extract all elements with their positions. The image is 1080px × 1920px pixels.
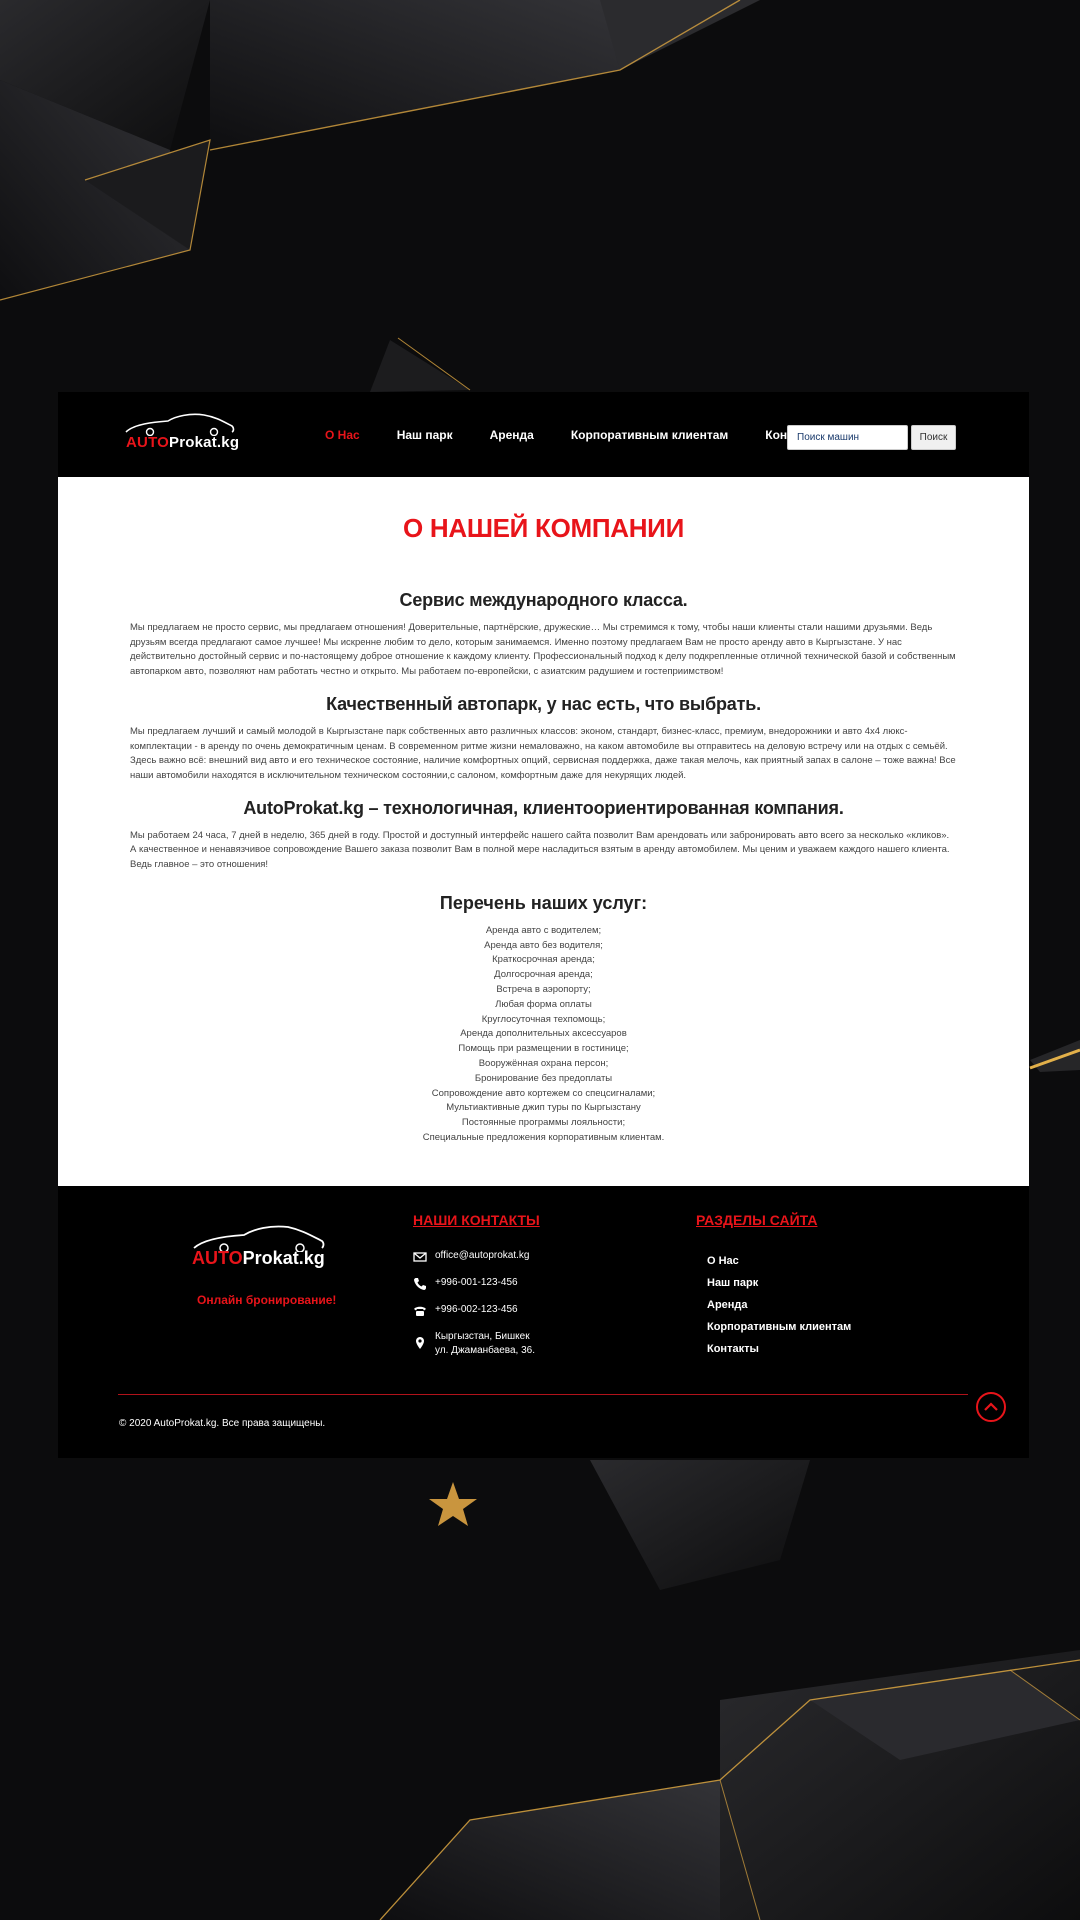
- logo-text: AUTOProkat.kg: [192, 1248, 325, 1268]
- contact-email[interactable]: office@autoprokat.kg: [413, 1249, 529, 1264]
- nav-item-fleet[interactable]: Наш парк: [397, 428, 453, 442]
- contacts-title: НАШИ КОНТАКТЫ: [413, 1212, 540, 1228]
- list-item: Аренда дополнительных аксессуаров: [460, 1028, 627, 1040]
- map-pin-icon: [416, 1337, 424, 1349]
- footer-logo[interactable]: AUTOProkat.kg: [192, 1224, 327, 1272]
- list-item: Аренда авто с водителем;: [485, 924, 602, 936]
- contact-phone-2[interactable]: +996-002-123-456: [413, 1303, 518, 1318]
- page-title: О НАШЕЙ КОМПАНИИ: [403, 513, 684, 543]
- list-item: Бронирование без предоплаты: [474, 1072, 613, 1084]
- phone-icon: [414, 1278, 426, 1290]
- section-text: Мы предлагаем не просто сервис, мы предл…: [130, 622, 956, 678]
- list-item: Мультиактивные джип туры по Кыргызстану: [446, 1102, 641, 1114]
- footer-link-fleet[interactable]: Наш парк: [707, 1272, 851, 1294]
- list-item: Помощь при размещении в гостинице;: [458, 1043, 629, 1055]
- section-heading: AutoProkat.kg – технологичная, клиентоор…: [243, 797, 844, 818]
- footer-divider: [118, 1394, 968, 1395]
- list-item: Вооружённая охрана персон;: [478, 1057, 609, 1069]
- copyright-text: © 2020 AutoProkat.kg. Все права защищены…: [119, 1418, 326, 1429]
- site-logo[interactable]: AUTOProkat.kg: [124, 412, 240, 452]
- list-item: Сопровождение авто кортежем со спецсигна…: [431, 1087, 656, 1099]
- list-item: Краткосрочная аренда;: [492, 954, 595, 966]
- list-item: Любая форма оплаты: [495, 998, 592, 1010]
- telephone-icon: [414, 1306, 426, 1316]
- list-item: Аренда авто без водителя;: [484, 939, 603, 951]
- section-heading: Сервис международного класса.: [399, 590, 688, 610]
- list-item: Долгосрочная аренда;: [494, 969, 593, 981]
- footer-link-about[interactable]: О Нас: [707, 1250, 851, 1272]
- section-text: Мы предлагаем лучший и самый молодой в К…: [130, 725, 956, 781]
- footer-link-rent[interactable]: Аренда: [707, 1294, 851, 1316]
- nav-item-about[interactable]: О Нас: [325, 428, 360, 442]
- site-footer: AUTOProkat.kg Онлайн бронирование! НАШИ …: [58, 1186, 1029, 1458]
- nav-item-corporate[interactable]: Корпоративным клиентам: [571, 428, 728, 442]
- envelope-icon: [413, 1252, 427, 1262]
- contact-address: Кыргызстан, Бишкек ул. Джаманбаева, 36.: [413, 1330, 535, 1358]
- chevron-up-icon: [984, 1402, 998, 1411]
- section-text: Мы работаем 24 часа, 7 дней в неделю, 36…: [130, 829, 950, 871]
- services-list: Аренда авто с водителем; Аренда авто без…: [130, 924, 957, 1146]
- services-heading: Перечень наших услуг:: [439, 892, 648, 913]
- search-input[interactable]: [787, 425, 908, 450]
- scroll-to-top-button[interactable]: [976, 1392, 1006, 1422]
- search-button[interactable]: Поиск: [911, 425, 956, 450]
- logo-text: AUTOProkat.kg: [126, 434, 240, 451]
- list-item: Круглосуточная техпомощь;: [481, 1013, 606, 1025]
- contact-phone-1[interactable]: +996-001-123-456: [413, 1276, 518, 1291]
- site-header: AUTOProkat.kg О Нас Наш парк Аренда Корп…: [58, 392, 1029, 477]
- list-item: Специальные предложения корпоративным кл…: [422, 1131, 665, 1143]
- site-sections-title: РАЗДЕЛЫ САЙТА: [696, 1212, 818, 1228]
- footer-link-corporate[interactable]: Корпоративным клиентам: [707, 1316, 851, 1338]
- nav-item-rent[interactable]: Аренда: [490, 428, 534, 442]
- footer-link-contacts[interactable]: Контакты: [707, 1338, 851, 1360]
- section-heading: Качественный автопарк, у нас есть, что в…: [326, 693, 761, 714]
- main-content: О НАШЕЙ КОМПАНИИ Сервис международного к…: [58, 477, 1029, 1186]
- footer-links: О Нас Наш парк Аренда Корпоративным клие…: [707, 1250, 851, 1360]
- list-item: Встреча в аэропорту;: [496, 983, 591, 995]
- main-navigation: О Нас Наш парк Аренда Корпоративным клие…: [325, 392, 859, 477]
- search-form: Поиск: [787, 425, 956, 450]
- website-frame: AUTOProkat.kg О Нас Наш парк Аренда Корп…: [58, 392, 1029, 1458]
- list-item: Постоянные программы лояльности;: [461, 1117, 626, 1129]
- car-silhouette-icon: [125, 413, 235, 436]
- online-booking-link[interactable]: Онлайн бронирование!: [197, 1293, 336, 1307]
